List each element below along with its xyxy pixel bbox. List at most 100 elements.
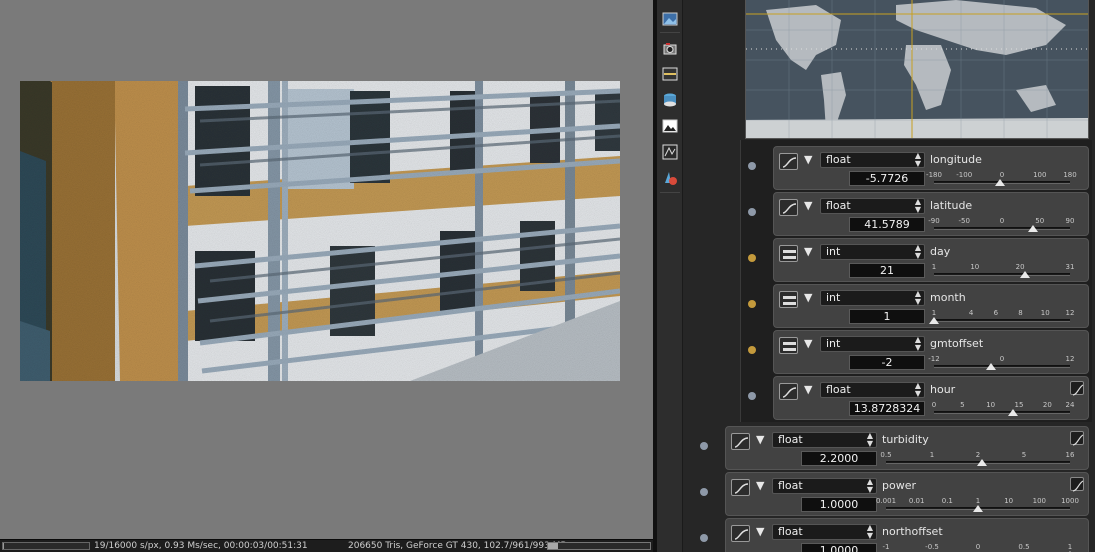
param-value-field[interactable]: 1.0000 (801, 497, 877, 512)
render-viewport[interactable]: 19/16000 s/px, 0.93 Ms/sec, 00:00:03/00:… (0, 0, 653, 552)
texture-stack-icon[interactable] (661, 91, 679, 109)
collapse-triangle-icon[interactable]: ▼ (756, 479, 764, 492)
slider-thumb[interactable] (994, 179, 1005, 186)
slider-thumb[interactable] (976, 459, 987, 466)
sample-stats: 19/16000 s/px, 0.93 Ms/sec, 00:00:03/00:… (94, 541, 308, 551)
gpu-stats: 206650 Tris, GeForce GT 430, 102.7/961/9… (348, 541, 567, 551)
type-select[interactable]: float ▲ ▼ (820, 198, 925, 214)
updown-arrows-icon: ▲ ▼ (914, 151, 921, 168)
slider-thumb[interactable] (1007, 409, 1018, 416)
type-select[interactable]: float ▲ ▼ (820, 382, 925, 398)
param-value-field[interactable]: 21 (849, 263, 925, 278)
slider-thumb[interactable] (929, 317, 939, 324)
collapse-triangle-icon[interactable]: ▼ (804, 245, 812, 258)
param-connector[interactable] (748, 208, 756, 216)
param-name: power (882, 479, 916, 492)
param-connector[interactable] (748, 162, 756, 170)
param-slider[interactable]: -1 -0.5 0 0.5 1 (883, 543, 1075, 552)
updown-arrows-icon: ▲ ▼ (914, 197, 921, 214)
param-value-field[interactable]: -2 (849, 355, 925, 370)
collapse-triangle-icon[interactable]: ▼ (756, 433, 764, 446)
type-select[interactable]: int ▲ ▼ (820, 244, 925, 260)
slider-track[interactable] (934, 365, 1070, 368)
float-type-icon[interactable] (731, 479, 750, 496)
collapse-triangle-icon[interactable]: ▼ (804, 337, 812, 350)
param-connector[interactable] (700, 488, 708, 496)
type-select[interactable]: int ▲ ▼ (820, 336, 925, 352)
float-type-icon[interactable] (779, 199, 798, 216)
slider-thumb[interactable] (973, 505, 983, 512)
param-value-field[interactable]: 13.8728324 (849, 401, 925, 416)
param-value-field[interactable]: 41.5789 (849, 217, 925, 232)
updown-arrows-icon: ▲ ▼ (914, 381, 921, 398)
type-select-value: int (826, 245, 841, 258)
slider-thumb[interactable] (1019, 271, 1030, 278)
float-type-icon[interactable] (731, 433, 750, 450)
collapse-triangle-icon[interactable]: ▼ (756, 525, 764, 538)
slider-tick-label: 10 (986, 401, 996, 409)
collapse-triangle-icon[interactable]: ▼ (804, 383, 812, 396)
status-bar: 19/16000 s/px, 0.93 Ms/sec, 00:00:03/00:… (0, 539, 653, 552)
slider-tick-label: -180 (926, 171, 942, 179)
param-slider[interactable]: -12 0 12 (928, 355, 1074, 371)
float-type-icon[interactable] (779, 153, 798, 170)
collapse-triangle-icon[interactable]: ▼ (804, 153, 812, 166)
curve-edit-icon[interactable] (1070, 477, 1084, 492)
float-type-icon[interactable] (779, 383, 798, 400)
param-slider[interactable]: -90 -50 0 50 90 (928, 217, 1074, 233)
param-slider[interactable]: 0.5 1 2 5 16 (880, 451, 1074, 467)
param-slider[interactable]: 0.001 0.01 0.1 1 10 100 1000 (876, 497, 1079, 513)
param-row-power: ▼ float ▲ ▼ power 1.0000 0.001 0.01 0.1 1 10 1… (700, 472, 1089, 516)
collapse-triangle-icon[interactable]: ▼ (804, 199, 812, 212)
curve-edit-icon[interactable] (1070, 381, 1084, 396)
param-connector[interactable] (700, 534, 708, 542)
slider-tick-label: 20 (1042, 401, 1052, 409)
slider-track[interactable] (934, 273, 1070, 276)
int-type-icon[interactable] (779, 291, 798, 308)
param-slider[interactable]: 1 10 20 31 (932, 263, 1075, 279)
slider-ticks: 1 10 20 31 (932, 263, 1075, 272)
slider-track[interactable] (934, 319, 1070, 322)
slider-track[interactable] (934, 411, 1070, 414)
param-connector[interactable] (748, 254, 756, 262)
slider-tick-label: 0.5 (1018, 543, 1030, 551)
image-icon[interactable] (661, 10, 679, 28)
world-map-picker[interactable] (745, 0, 1089, 139)
param-connector[interactable] (748, 300, 756, 308)
type-select[interactable]: float ▲ ▼ (772, 524, 877, 540)
material-icon[interactable] (661, 169, 679, 187)
param-name: longitude (930, 153, 982, 166)
param-slider[interactable]: -180 -100 0 100 180 (926, 171, 1077, 187)
int-type-icon[interactable] (779, 245, 798, 262)
param-connector[interactable] (748, 346, 756, 354)
slider-thumb[interactable] (1028, 225, 1039, 232)
toolbar-separator (660, 192, 680, 193)
curve-edit-icon[interactable] (1070, 431, 1084, 446)
environment-icon[interactable] (661, 65, 679, 83)
render-settings-icon[interactable] (661, 143, 679, 161)
param-name: month (930, 291, 966, 304)
slider-thumb[interactable] (985, 363, 996, 370)
type-select[interactable]: float ▲ ▼ (772, 478, 877, 494)
collapse-triangle-icon[interactable]: ▼ (804, 291, 812, 304)
param-connector[interactable] (748, 392, 756, 400)
slider-tick-label: -12 (928, 355, 940, 363)
param-slider[interactable]: 0 5 10 15 20 24 (932, 401, 1074, 417)
int-type-icon[interactable] (779, 337, 798, 354)
type-select[interactable]: int ▲ ▼ (820, 290, 925, 306)
param-value-field[interactable]: -5.7726 (849, 171, 925, 186)
type-select[interactable]: float ▲ ▼ (820, 152, 925, 168)
param-value-field[interactable]: 1 (849, 309, 925, 324)
type-select[interactable]: float ▲ ▼ (772, 432, 877, 448)
camera-icon[interactable] (661, 39, 679, 57)
param-value-field[interactable]: 2.2000 (801, 451, 877, 466)
slider-track[interactable] (934, 227, 1070, 230)
param-connector[interactable] (700, 442, 708, 450)
float-type-icon[interactable] (731, 525, 750, 542)
slider-tick-label: 0 (999, 217, 1005, 225)
render-image[interactable] (20, 81, 620, 381)
type-select-value: int (826, 291, 841, 304)
param-value-field[interactable]: 1.0000 (801, 543, 877, 552)
param-slider[interactable]: 1 4 6 8 10 12 (929, 309, 1074, 325)
picture-icon[interactable] (661, 117, 679, 135)
